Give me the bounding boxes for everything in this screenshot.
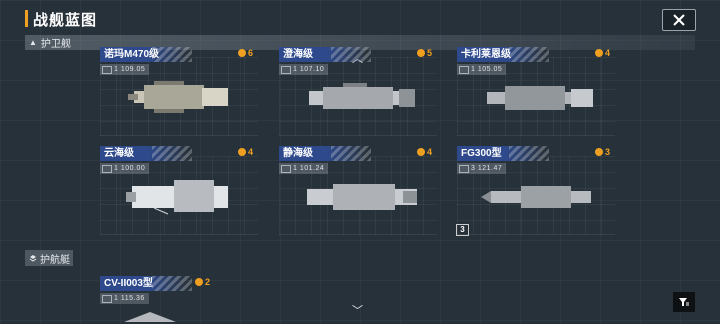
- ship-name: 诺玛M470级: [100, 47, 192, 62]
- ship-name: 云海级: [100, 146, 192, 161]
- close-button[interactable]: [662, 9, 696, 31]
- chevron-down-icon[interactable]: ﹀: [352, 302, 363, 318]
- stats-icon: [281, 65, 291, 74]
- ship-name: FG300型: [457, 146, 549, 161]
- ship-image: [307, 184, 417, 210]
- cost-icon: [417, 148, 425, 156]
- ship-cost: 4: [238, 147, 253, 157]
- stats-icon: [281, 164, 291, 173]
- cost-icon: [417, 49, 425, 57]
- ship-stats: 3 121.47: [457, 163, 507, 174]
- ship-stats: 1 105.05: [457, 64, 507, 75]
- ship-image: [128, 81, 228, 113]
- stats-icon: [102, 294, 112, 303]
- ship-cost: 3: [595, 147, 610, 157]
- section-label-frigate: 护卫舰: [40, 39, 71, 50]
- ship-image: [481, 186, 591, 208]
- ship-stats: 1 101.24: [279, 163, 329, 174]
- ship-image: [126, 180, 228, 215]
- ship-card[interactable]: 澄海级 5 1 107.10: [279, 47, 437, 136]
- stats-icon: [102, 65, 112, 74]
- ship-card[interactable]: 卡利莱恩级 4 1 105.05: [457, 47, 615, 136]
- ship-cost: 6: [238, 48, 253, 58]
- stats-icon: [459, 65, 469, 74]
- ship-cost: 4: [595, 48, 610, 58]
- filter-icon: [679, 298, 689, 306]
- collapse-arrow-icon: ▲: [29, 38, 37, 47]
- ship-card[interactable]: FG300型 3 3 121.47: [457, 146, 615, 235]
- section-header-escort[interactable]: 护航艇: [25, 250, 73, 266]
- tier-tag: 3: [456, 224, 469, 236]
- ship-cost: 5: [417, 48, 432, 58]
- stats-icon: [102, 164, 112, 173]
- cost-icon: [238, 49, 246, 57]
- layers-icon: [29, 255, 37, 262]
- ship-stats: 1 115.36: [100, 293, 149, 304]
- ship-cost: 2: [195, 277, 210, 287]
- filter-button[interactable]: [673, 292, 695, 312]
- close-icon: [673, 14, 685, 26]
- ship-name: 卡利莱恩级: [457, 47, 549, 62]
- ship-card[interactable]: 云海级 4 1 100.00: [100, 146, 258, 235]
- ship-cost: 4: [417, 147, 432, 157]
- title-bar: 战舰蓝图: [0, 0, 720, 36]
- cost-icon: [238, 148, 246, 156]
- cost-icon: [195, 278, 203, 286]
- ship-name: CV-II003型: [100, 276, 192, 291]
- cost-icon: [595, 49, 603, 57]
- ship-name: 澄海级: [279, 47, 371, 62]
- cost-icon: [595, 148, 603, 156]
- page-title: 战舰蓝图: [33, 12, 98, 29]
- ship-stats: 1 107.10: [279, 64, 329, 75]
- section-label-escort: 护航艇: [40, 254, 70, 266]
- title-accent: [25, 10, 28, 27]
- ship-stats: 1 100.00: [100, 163, 150, 174]
- ship-image: [487, 86, 593, 110]
- ship-card[interactable]: 诺玛M470级 6 1 109.05: [100, 47, 258, 136]
- stats-icon: [459, 164, 469, 173]
- ship-stats: 1 109.05: [100, 64, 150, 75]
- ship-card[interactable]: CV-II003型 2 1 115.36: [100, 276, 258, 324]
- ship-image: [124, 312, 176, 322]
- ship-image: [309, 83, 415, 109]
- ship-card[interactable]: 静海级 4 1 101.24: [279, 146, 437, 235]
- ship-name: 静海级: [279, 146, 371, 161]
